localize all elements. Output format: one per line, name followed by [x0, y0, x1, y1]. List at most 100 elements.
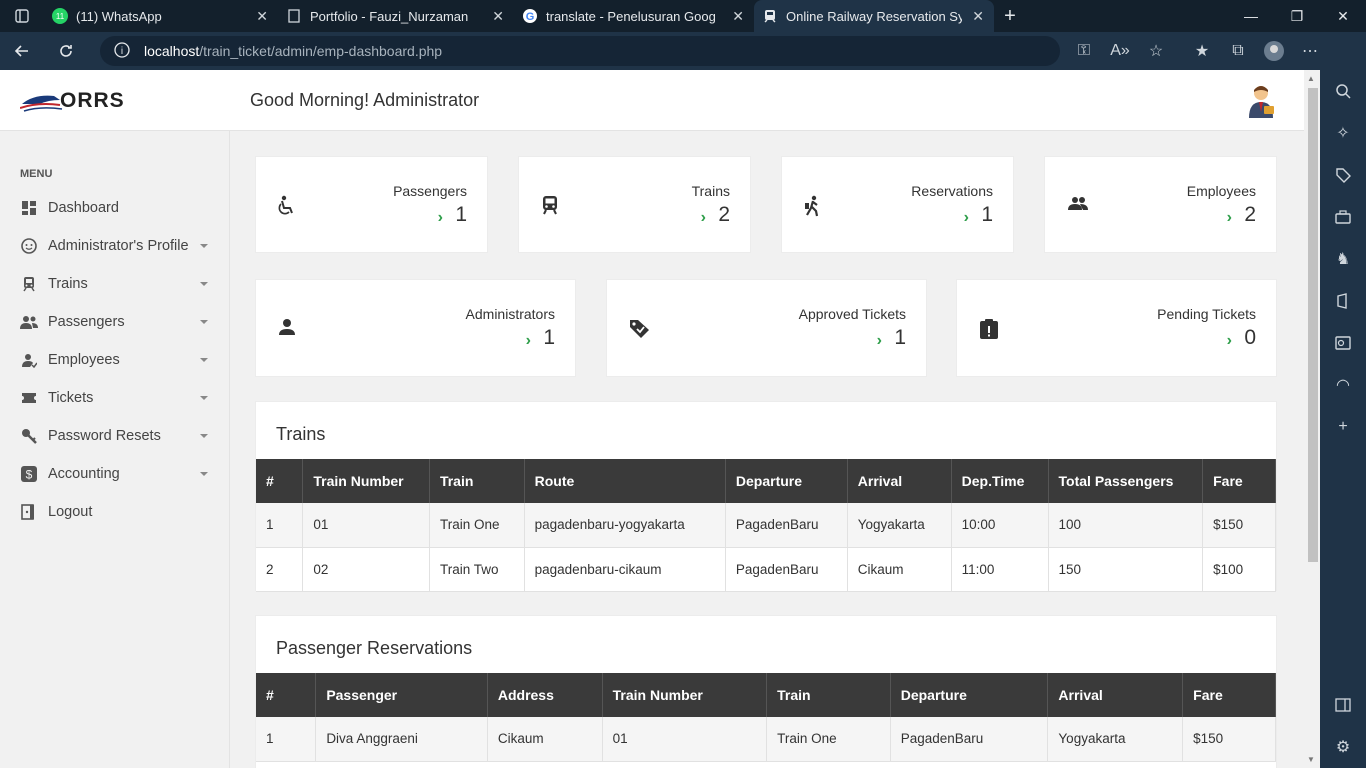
office-icon[interactable]	[1320, 280, 1366, 322]
outlook-icon[interactable]	[1320, 322, 1366, 364]
col-header[interactable]: Dep.Time	[951, 459, 1049, 503]
more-menu-icon[interactable]: ⋯	[1292, 36, 1328, 66]
settings-gear-icon[interactable]: ⚙	[1320, 726, 1366, 768]
stat-card-passengers[interactable]: Passengers › 1	[255, 156, 488, 253]
games-icon[interactable]: ♞	[1320, 238, 1366, 280]
col-header[interactable]: Arrival	[847, 459, 952, 503]
chevron-right-icon: ›	[1226, 209, 1232, 226]
sidebar-item-dashboard[interactable]: Dashboard	[0, 189, 230, 227]
col-header[interactable]: Train Number	[602, 673, 768, 717]
col-header[interactable]: Train Number	[302, 459, 430, 503]
col-header[interactable]: Train	[766, 673, 891, 717]
scroll-up-icon[interactable]: ▲	[1307, 74, 1315, 83]
table-cell: PagadenBaru	[725, 547, 848, 592]
stat-card-administrators[interactable]: Administrators › 1	[255, 279, 576, 377]
restore-icon[interactable]: ❐	[1274, 0, 1320, 32]
admin-avatar[interactable]	[1246, 84, 1276, 123]
col-header[interactable]: #	[256, 673, 317, 717]
stat-card-pending-tickets[interactable]: Pending Tickets › 0	[956, 279, 1277, 377]
search-icon[interactable]	[1320, 70, 1366, 112]
table-cell: Yogyakarta	[1047, 717, 1184, 762]
close-tab-icon[interactable]: ✕	[492, 8, 504, 25]
copilot-icon[interactable]: ✧	[1320, 112, 1366, 154]
tools-icon[interactable]	[1320, 196, 1366, 238]
page-icon	[286, 8, 302, 24]
col-header[interactable]: Route	[524, 459, 726, 503]
add-favorite-icon[interactable]: ☆	[1138, 36, 1174, 66]
col-header[interactable]: Fare	[1182, 673, 1276, 717]
sidebar-item-passengers[interactable]: Passengers	[0, 303, 230, 341]
stat-card-trains[interactable]: Trains › 2	[518, 156, 751, 253]
close-tab-icon[interactable]: ✕	[732, 8, 744, 25]
chevron-down-icon	[200, 434, 208, 438]
sidebar-item-tickets[interactable]: Tickets	[0, 379, 230, 417]
tab-actions-icon[interactable]	[0, 0, 44, 32]
read-aloud-icon[interactable]: A»	[1102, 36, 1138, 66]
close-tab-icon[interactable]: ✕	[972, 8, 984, 25]
col-header[interactable]: Total Passengers	[1048, 459, 1204, 503]
site-info-icon[interactable]: i	[114, 41, 130, 61]
chevron-down-icon	[200, 396, 208, 400]
col-header[interactable]: Departure	[890, 673, 1049, 717]
col-header[interactable]: #	[256, 459, 304, 503]
notification-icon[interactable]: ◠	[1320, 364, 1366, 406]
stat-card-approved-tickets[interactable]: Approved Tickets › 1	[606, 279, 927, 377]
table-cell: $150	[1202, 503, 1276, 548]
sidebar-item-admin-profile[interactable]: Administrator's Profile	[0, 227, 230, 265]
tab-whatsapp[interactable]: 11 (11) WhatsApp ✕	[44, 0, 278, 32]
col-header[interactable]: Arrival	[1047, 673, 1184, 717]
sidebar-item-logout[interactable]: Logout	[0, 493, 230, 531]
scrollbar-thumb[interactable]	[1308, 88, 1318, 562]
chevron-right-icon: ›	[876, 332, 882, 349]
col-header[interactable]: Train	[429, 459, 525, 503]
train-logo-icon	[20, 95, 63, 112]
sidebar-item-trains[interactable]: Trains	[0, 265, 230, 303]
main-content: Passengers › 1 Trains › 2 Reservations ›…	[230, 131, 1304, 768]
col-header[interactable]: Passenger	[315, 673, 488, 717]
tab-orrs-active[interactable]: Online Railway Reservation Syste ✕	[754, 0, 994, 32]
collections-icon[interactable]: ⧉	[1220, 36, 1256, 66]
close-tab-icon[interactable]: ✕	[256, 8, 268, 25]
table-cell: pagadenbaru-cikaum	[524, 547, 726, 592]
new-tab-button[interactable]: +	[994, 0, 1026, 32]
menu-label: MENU	[20, 168, 53, 180]
profile-avatar[interactable]	[1256, 36, 1292, 66]
add-panel-icon[interactable]: +	[1320, 406, 1366, 448]
address-bar-row: i localhost/train_ticket/admin/emp-dashb…	[0, 32, 1366, 70]
sidebar-item-accounting[interactable]: $ Accounting	[0, 455, 230, 493]
browser-tab-bar: 11 (11) WhatsApp ✕ Portfolio - Fauzi_Nur…	[0, 0, 1366, 32]
key-icon[interactable]: ⚿	[1066, 36, 1102, 66]
stat-card-reservations[interactable]: Reservations › 1	[781, 156, 1014, 253]
sidebar-item-password-resets[interactable]: Password Resets	[0, 417, 230, 455]
back-icon[interactable]	[0, 32, 44, 70]
close-window-icon[interactable]: ✕	[1320, 0, 1366, 32]
trains-table: # Train Number Train Route Departure Arr…	[256, 459, 1276, 592]
shopping-tag-icon[interactable]	[1320, 154, 1366, 196]
chevron-down-icon	[200, 358, 208, 362]
tab-google[interactable]: G translate - Penelusuran Google ✕	[514, 0, 754, 32]
page-scrollbar[interactable]: ▲ ▼	[1304, 70, 1320, 768]
minimize-icon[interactable]: —	[1228, 0, 1274, 32]
browser-side-panel: ✧ ♞ ◠ + ⚙	[1320, 70, 1366, 768]
stat-card-employees[interactable]: Employees › 2	[1044, 156, 1277, 253]
favorites-icon[interactable]: ★	[1184, 36, 1220, 66]
table-row: 1 01 Train One pagadenbaru-yogyakarta Pa…	[256, 503, 1276, 548]
refresh-icon[interactable]	[44, 32, 88, 70]
wheelchair-passenger-icon	[278, 195, 296, 220]
col-header[interactable]: Departure	[725, 459, 848, 503]
table-cell: 10:00	[951, 503, 1049, 548]
url-input[interactable]: i localhost/train_ticket/admin/emp-dashb…	[100, 36, 1060, 66]
table-cell: Train Two	[429, 547, 525, 592]
col-header[interactable]: Address	[487, 673, 603, 717]
orrs-logo[interactable]: ORRS	[20, 88, 125, 114]
sidebar-toggle-icon[interactable]	[1320, 684, 1366, 726]
scroll-down-icon[interactable]: ▼	[1307, 755, 1315, 764]
trains-panel-title: Trains	[276, 424, 326, 444]
table-row: 1 Diva Anggraeni Cikaum 01 Train One Pag…	[256, 717, 1276, 762]
tab-portfolio[interactable]: Portfolio - Fauzi_Nurzaman ✕	[278, 0, 514, 32]
ticket-icon	[20, 389, 38, 407]
window-controls: — ❐ ✕	[1228, 0, 1366, 32]
col-header[interactable]: Fare	[1202, 459, 1276, 503]
sidebar-item-employees[interactable]: Employees	[0, 341, 230, 379]
table-header-row: # Passenger Address Train Number Train D…	[256, 673, 1276, 717]
